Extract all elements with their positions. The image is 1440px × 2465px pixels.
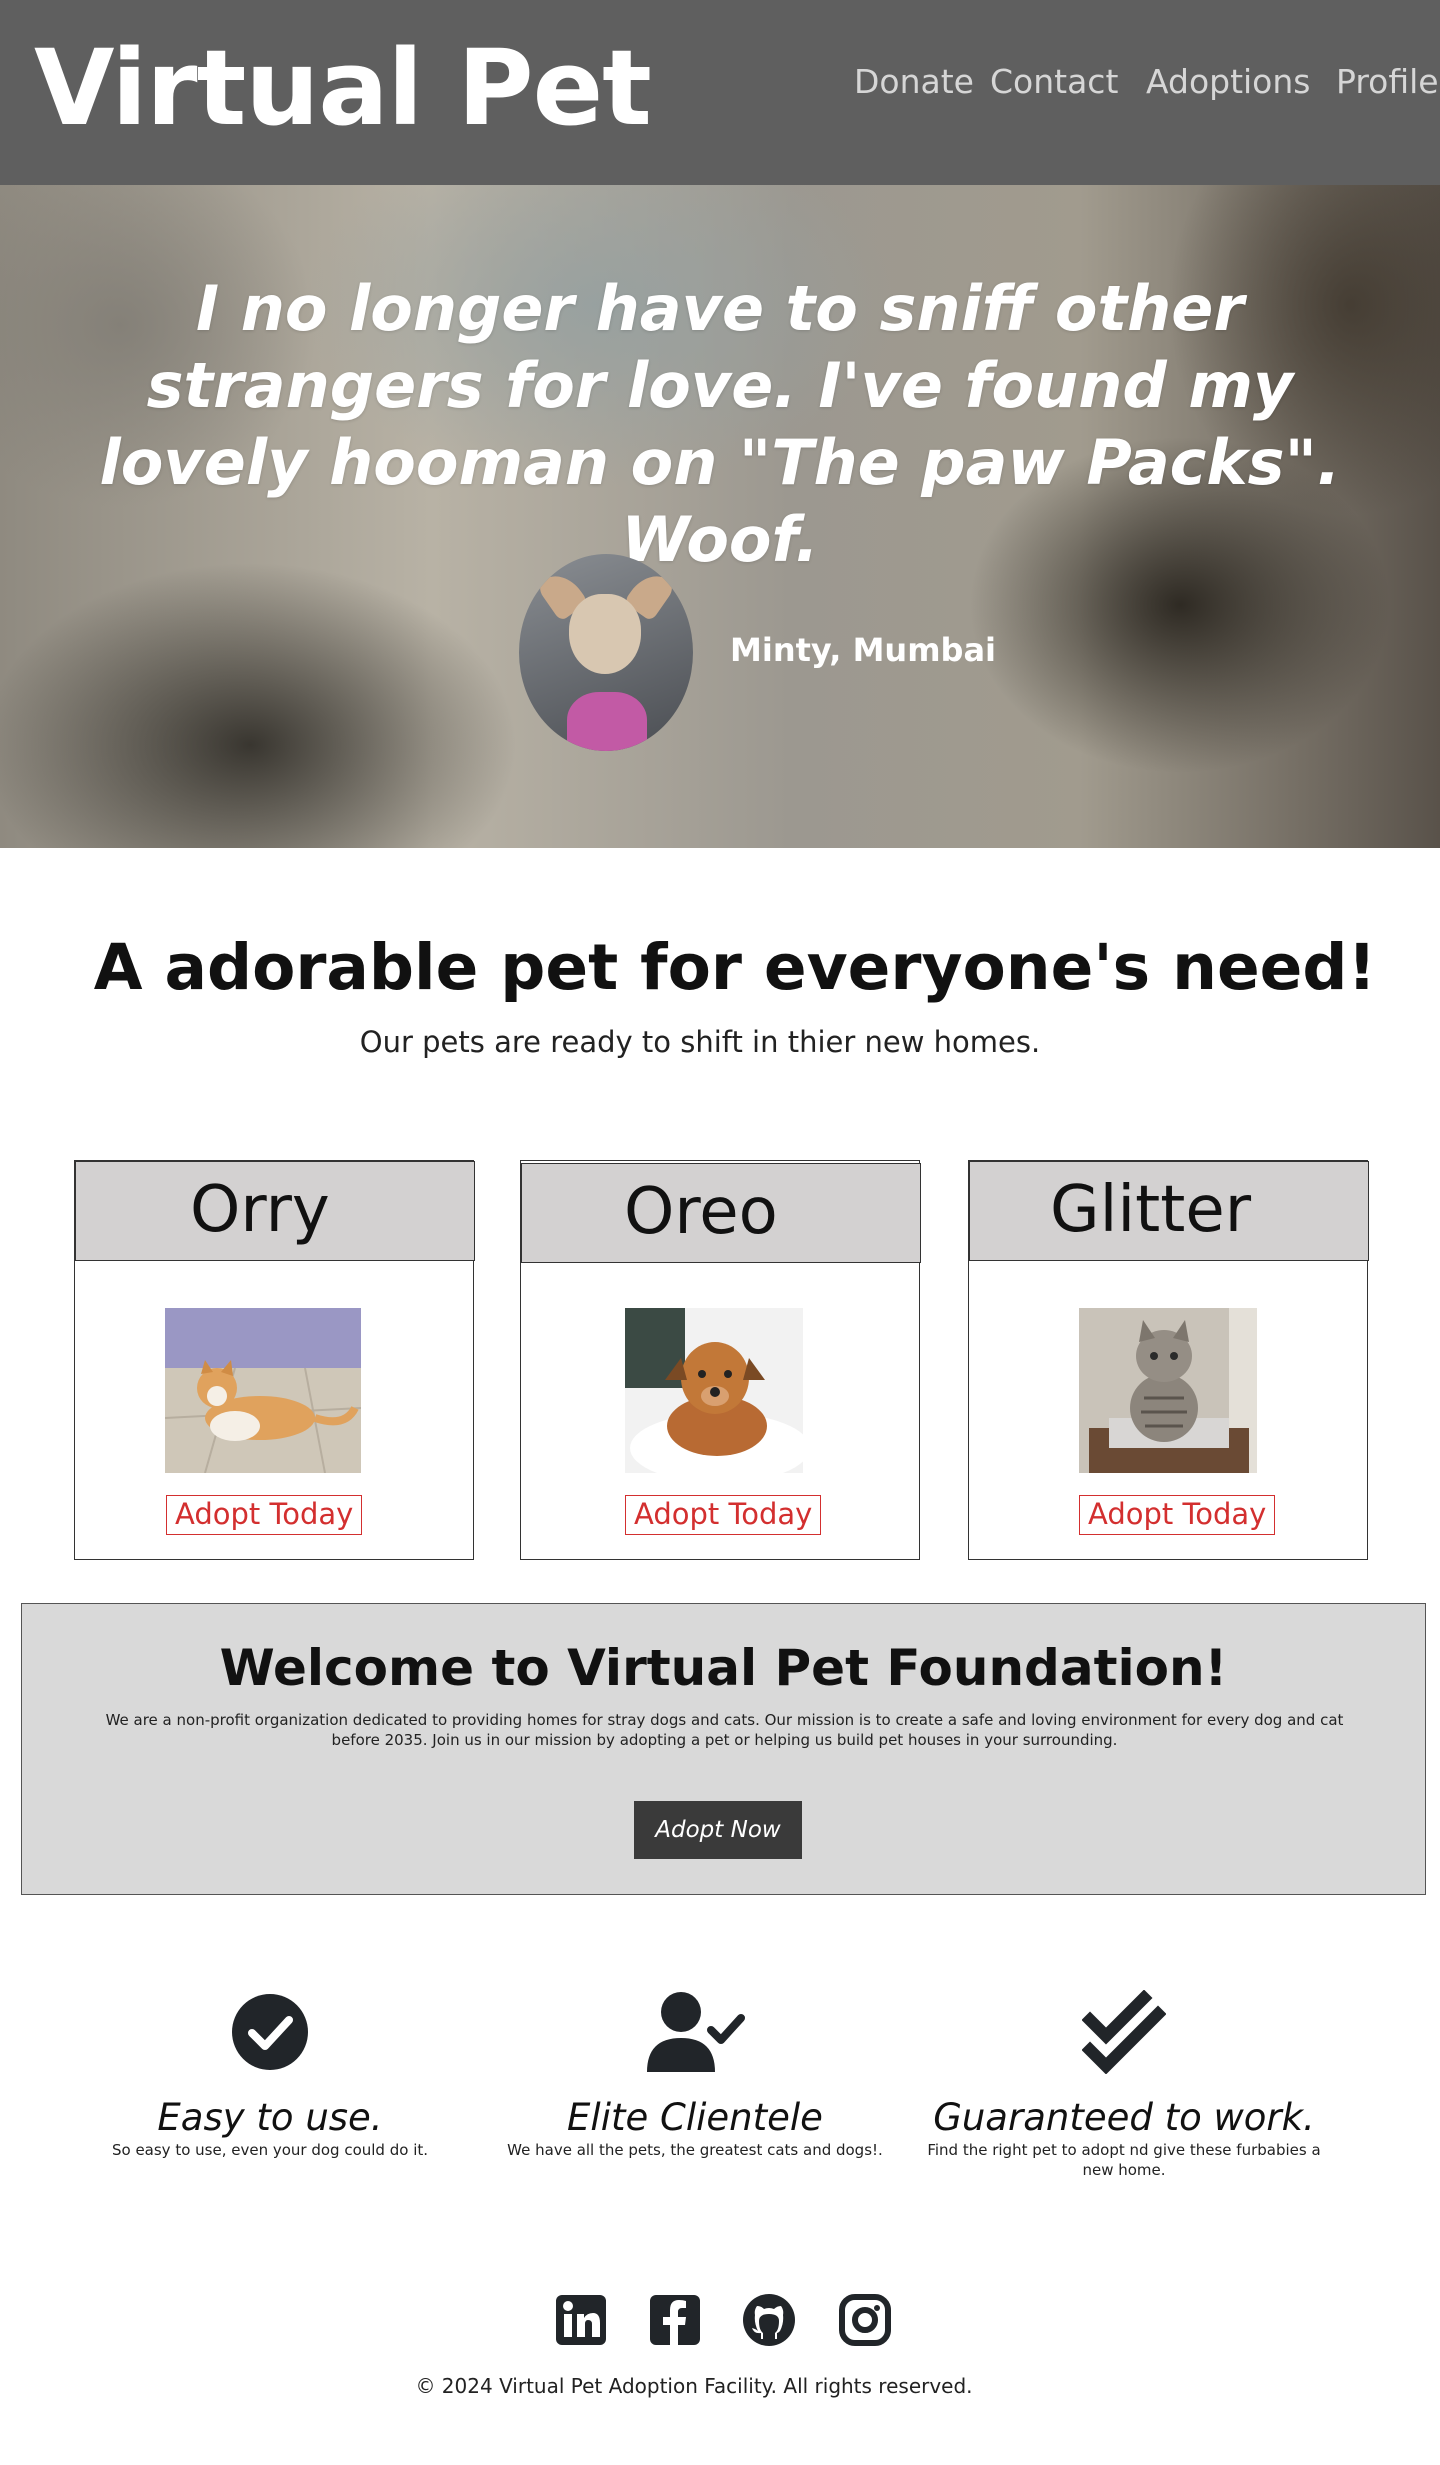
feature-title: Guaranteed to work. [933, 2096, 1315, 2139]
feature-elite: Elite Clientele We have all the pets, th… [485, 1990, 905, 2160]
pet-name: Orry [190, 1173, 330, 1247]
pet-card: Orry Adopt Today [74, 1160, 475, 1560]
feature-description: So easy to use, even your dog could do i… [111, 2141, 429, 2159]
adopt-today-button[interactable]: Adopt Today [1079, 1495, 1276, 1535]
site-header: Virtual Pet Donate Contact Adoptions Pro… [0, 0, 1440, 185]
section-subtitle: Our pets are ready to shift in thier new… [359, 1025, 1041, 1059]
testimonial-avatar [519, 554, 693, 751]
pet-card-header: Glitter [969, 1161, 1369, 1261]
pet-photo[interactable] [1079, 1308, 1257, 1473]
adopt-today-button[interactable]: Adopt Today [625, 1495, 822, 1535]
feature-title: Elite Clientele [567, 2096, 823, 2139]
nav-adoptions[interactable]: Adoptions [1146, 62, 1310, 102]
welcome-description: We are a non-profit organization dedicat… [105, 1711, 1344, 1749]
pet-card: Glitter Adopt Today [968, 1160, 1369, 1560]
pet-card-header: Oreo [521, 1163, 921, 1263]
feature-description: We have all the pets, the greatest cats … [507, 2141, 883, 2159]
dog-photo-icon [625, 1308, 803, 1473]
welcome-banner: Welcome to Virtual Pet Foundation! We ar… [21, 1603, 1426, 1895]
dog-head-shape [569, 594, 641, 674]
linkedin-icon[interactable] [554, 2293, 608, 2347]
check-circle-icon [231, 1990, 309, 2074]
welcome-title: Welcome to Virtual Pet Foundation! [219, 1639, 1228, 1697]
pet-photo[interactable] [625, 1308, 803, 1473]
feature-guaranteed: Guaranteed to work. Find the right pet t… [914, 1989, 1334, 2180]
dog-harness-shape [567, 692, 647, 751]
github-icon[interactable] [742, 2293, 796, 2347]
section-title: A adorable pet for everyone's need! [93, 931, 1377, 1004]
feature-title: Easy to use. [157, 2096, 383, 2139]
feature-easy: Easy to use. So easy to use, even your d… [60, 1990, 480, 2160]
nav-contact[interactable]: Contact [990, 62, 1118, 102]
pet-name: Glitter [1050, 1173, 1252, 1247]
double-check-icon [1081, 1989, 1167, 2075]
feature-description: Find the right pet to adopt nd give thes… [927, 2141, 1321, 2179]
facebook-icon[interactable] [648, 2293, 702, 2347]
pet-card: Oreo Adopt Today [520, 1160, 921, 1560]
brand-logo-text[interactable]: Virtual Pet [34, 26, 652, 151]
user-check-icon [645, 1990, 745, 2074]
nav-profile[interactable]: Profile [1336, 62, 1439, 102]
pet-photo[interactable] [165, 1308, 361, 1473]
pet-card-header: Orry [75, 1161, 475, 1261]
testimonial-quote: I no longer have to sniff other stranger… [99, 272, 1341, 576]
cat-photo-icon [165, 1308, 361, 1473]
kitten-photo-icon [1079, 1308, 1257, 1473]
testimonial-author: Minty, Mumbai [730, 631, 996, 669]
pet-name: Oreo [624, 1175, 778, 1249]
copyright-text: © 2024 Virtual Pet Adoption Facility. Al… [415, 2374, 973, 2398]
hero-testimonial: I no longer have to sniff other stranger… [0, 185, 1440, 848]
adopt-now-button[interactable]: Adopt Now [634, 1801, 802, 1859]
adopt-today-button[interactable]: Adopt Today [166, 1495, 363, 1535]
nav-donate[interactable]: Donate [854, 62, 974, 102]
instagram-icon[interactable] [838, 2293, 892, 2347]
